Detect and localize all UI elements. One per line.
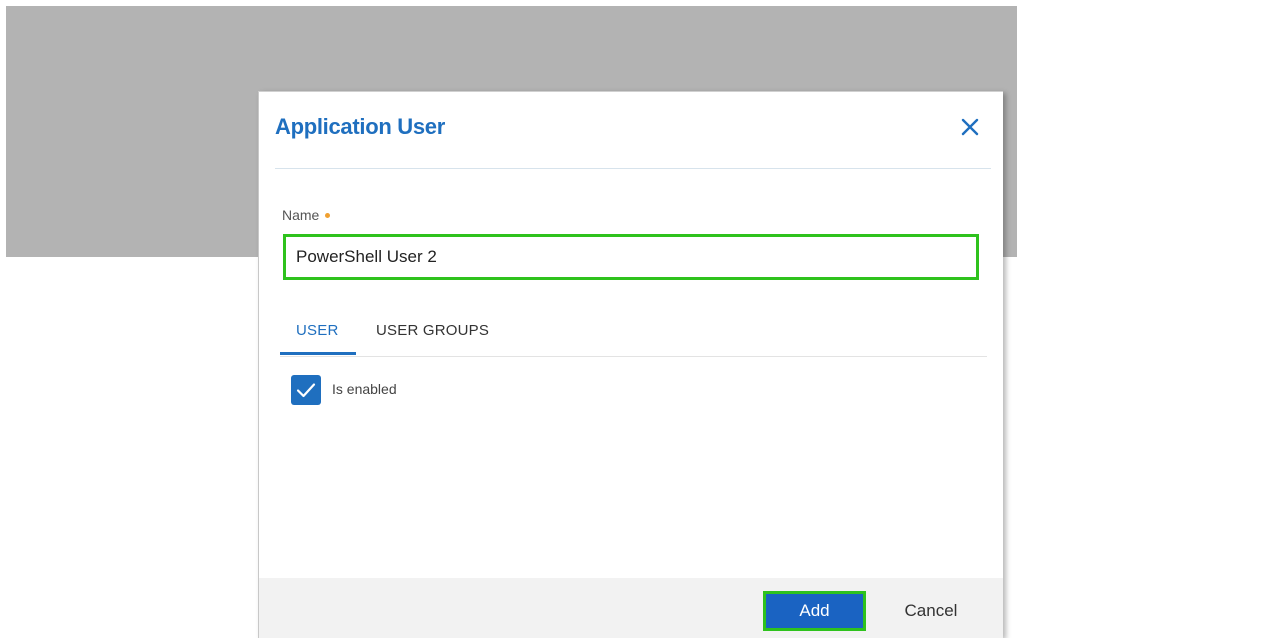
is-enabled-checkbox[interactable] (291, 375, 321, 405)
name-field-label: Name (282, 207, 331, 223)
dialog-header: Application User (275, 92, 991, 169)
dialog-footer: Add Cancel (259, 578, 1003, 638)
cancel-button[interactable]: Cancel (881, 591, 981, 631)
dialog-title: Application User (275, 114, 446, 139)
dialog-tabs: USER USER GROUPS (280, 314, 987, 357)
name-label-text: Name (282, 207, 320, 223)
tab-user[interactable]: USER (280, 322, 356, 355)
tab-user-groups[interactable]: USER GROUPS (376, 322, 489, 355)
application-user-dialog: Application User Name USER USER GROUPS I… (258, 91, 1003, 638)
is-enabled-label: Is enabled (332, 381, 397, 397)
add-button[interactable]: Add (763, 591, 866, 631)
name-input[interactable] (283, 234, 979, 280)
checkmark-icon (296, 383, 316, 398)
close-icon[interactable] (959, 116, 981, 138)
required-indicator (325, 212, 331, 218)
